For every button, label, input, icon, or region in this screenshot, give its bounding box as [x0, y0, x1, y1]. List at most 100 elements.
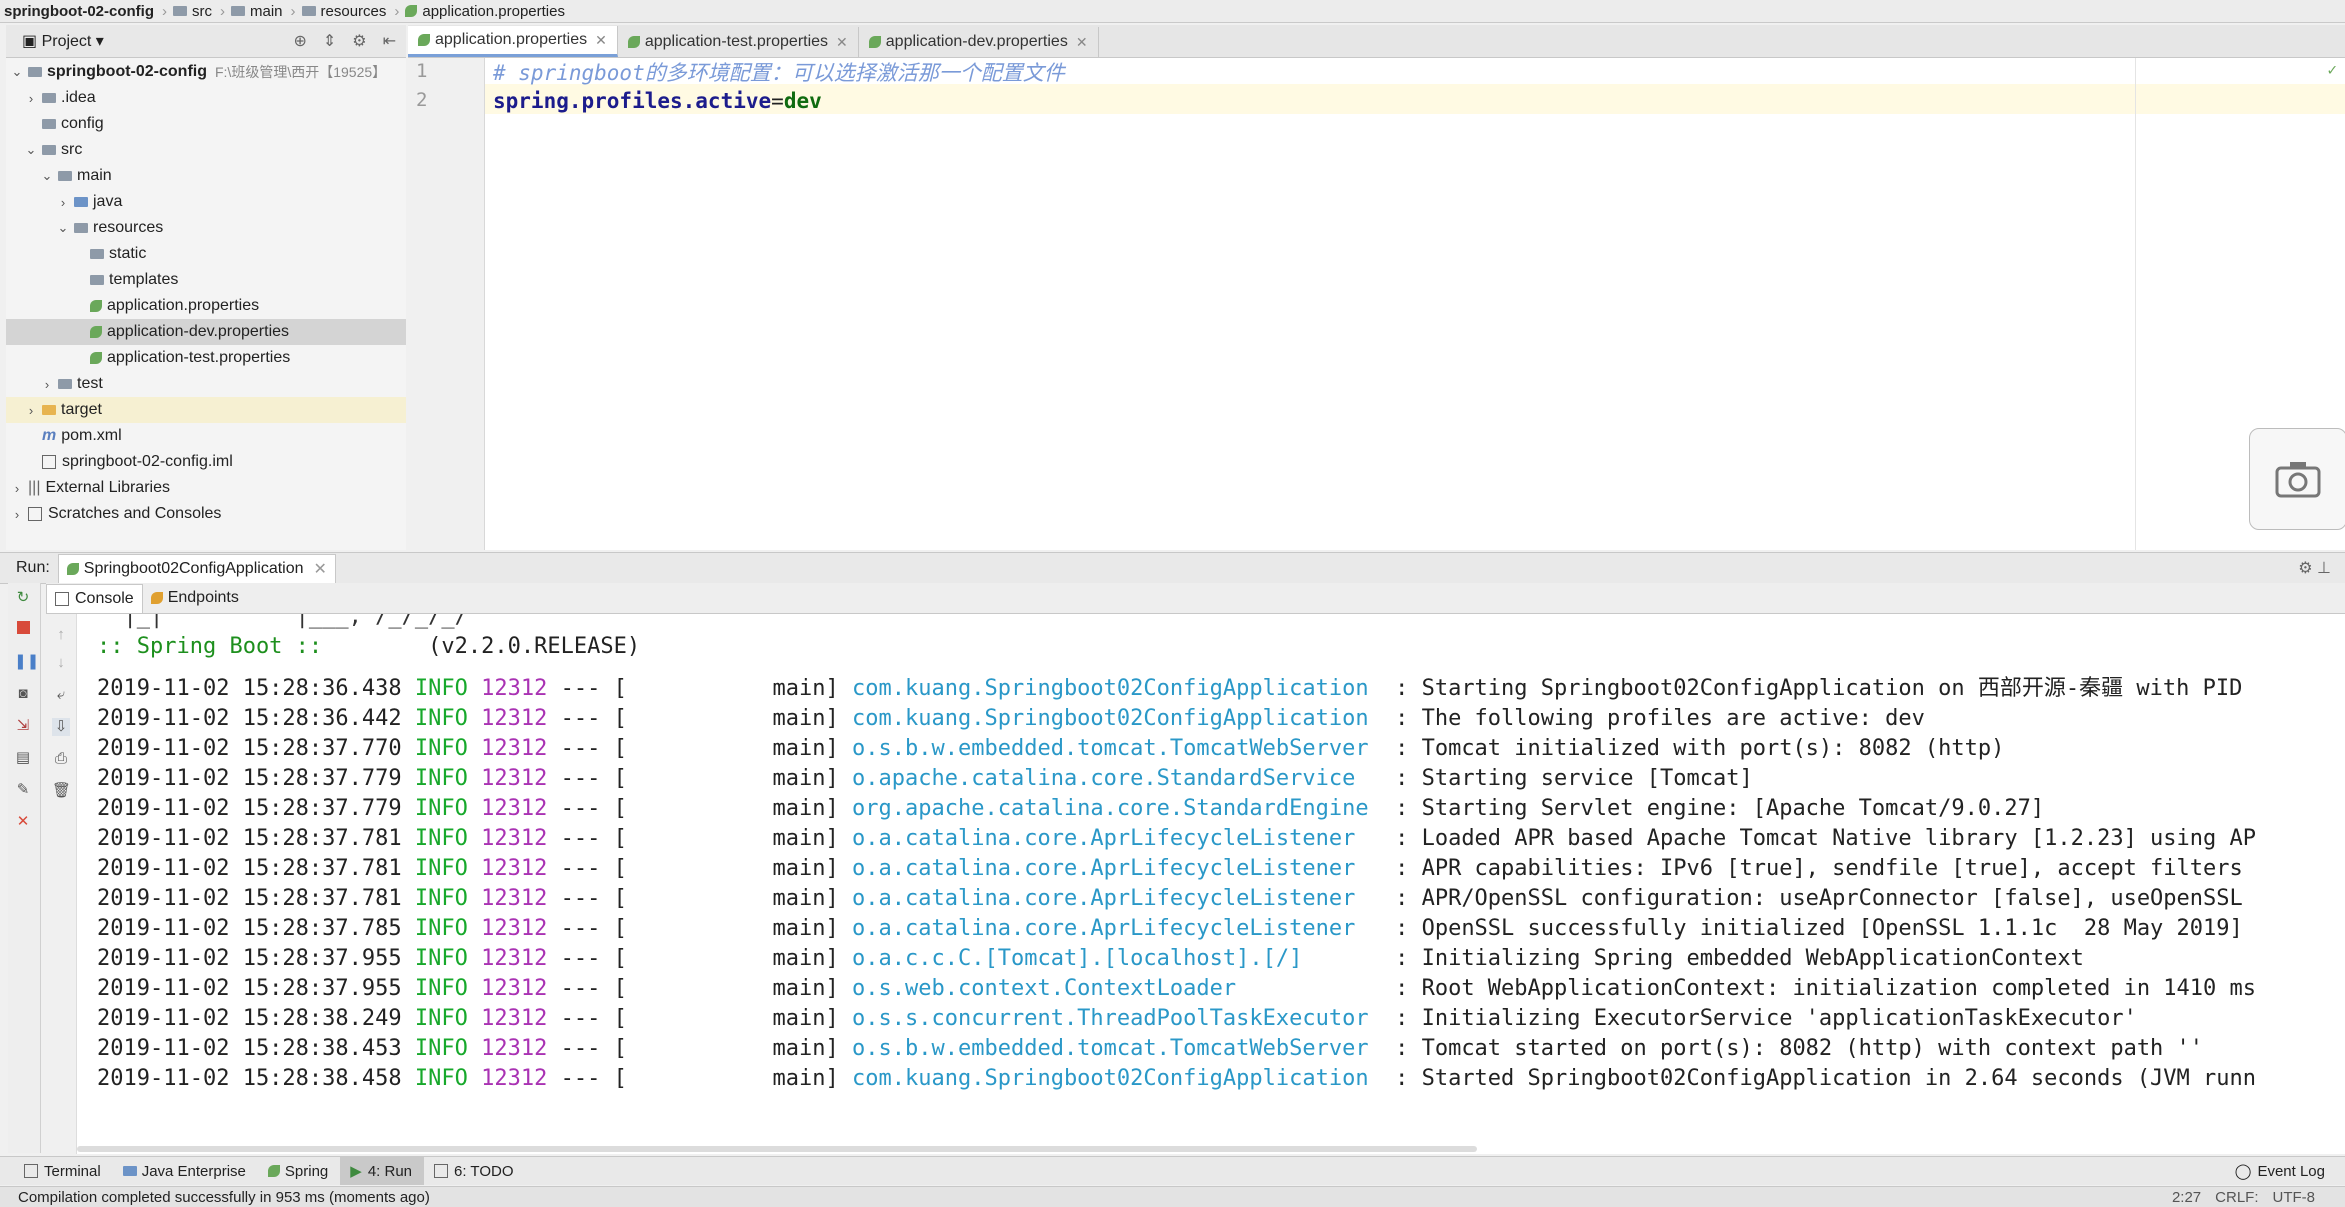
- chevron-down-icon[interactable]: ⌄: [56, 220, 70, 236]
- tree-item-resources[interactable]: ⌄ resources: [6, 215, 406, 241]
- chevron-down-icon[interactable]: ⌄: [24, 142, 38, 158]
- code-line-1[interactable]: # springboot的多环境配置：可以选择激活那一个配置文件: [493, 59, 1065, 87]
- close-icon[interactable]: ✕: [836, 34, 848, 51]
- locate-icon[interactable]: ⊕: [293, 31, 306, 51]
- tree-item-external-libraries[interactable]: › ||| External Libraries: [6, 475, 406, 501]
- log-level: INFO: [414, 796, 468, 821]
- breadcrumb-src[interactable]: src: [169, 0, 218, 22]
- chevron-right-icon[interactable]: ›: [24, 91, 38, 106]
- log-logger: o.a.catalina.core.AprLifecycleListener: [852, 826, 1382, 851]
- console-horizontal-scrollbar[interactable]: [77, 1146, 1477, 1152]
- log-thread: main: [772, 826, 826, 851]
- tab-spring[interactable]: Spring: [258, 1157, 340, 1185]
- dump-threads-icon[interactable]: ◙: [14, 685, 32, 703]
- log-line: 2019-11-02 15:28:37.781 INFO 12312 --- […: [97, 826, 2257, 851]
- tab-console[interactable]: Console: [46, 583, 143, 613]
- tree-item-application-test-properties[interactable]: application-test.properties: [6, 345, 406, 371]
- tree-item-target[interactable]: › target: [6, 397, 406, 423]
- breadcrumb-project[interactable]: springboot-02-config: [0, 0, 160, 22]
- tab-application-dev-properties[interactable]: application-dev.properties ✕: [859, 27, 1099, 57]
- stop-icon[interactable]: [14, 621, 32, 639]
- rerun-icon[interactable]: ↻: [14, 589, 32, 607]
- close-icon[interactable]: ✕: [14, 813, 32, 831]
- tree-item-java[interactable]: › java: [6, 189, 406, 215]
- breadcrumb-resources[interactable]: resources: [298, 0, 393, 22]
- chevron-down-icon[interactable]: ⌄: [40, 168, 54, 184]
- gear-icon[interactable]: ⚙ ⊥: [2298, 558, 2331, 578]
- tab-terminal[interactable]: Terminal: [14, 1157, 113, 1185]
- chevron-right-icon[interactable]: ›: [24, 403, 38, 418]
- chevron-right-icon[interactable]: ›: [10, 507, 24, 522]
- console-output[interactable]: |_| |___, /_/_/_/ :: Spring Boot :: (v2.…: [77, 614, 2345, 1154]
- tree-item-application-properties[interactable]: application.properties: [6, 293, 406, 319]
- source-folder-icon: [74, 197, 88, 207]
- log-thread: main: [772, 856, 826, 881]
- tree-item-static[interactable]: static: [6, 241, 406, 267]
- inspection-ok-icon[interactable]: ✓: [2327, 60, 2337, 79]
- tab-application-properties[interactable]: application.properties ✕: [408, 26, 618, 57]
- print-icon[interactable]: ⎙: [52, 750, 70, 768]
- pause-icon[interactable]: ❚❚: [14, 653, 39, 671]
- hide-panel-icon[interactable]: ⇤: [383, 31, 396, 51]
- chevron-right-icon[interactable]: ›: [10, 481, 24, 496]
- exit-icon[interactable]: ⇲: [14, 717, 32, 735]
- tree-item-pom[interactable]: m pom.xml: [6, 423, 406, 449]
- close-icon[interactable]: ✕: [314, 559, 327, 579]
- tab-endpoints[interactable]: Endpoints: [143, 584, 247, 612]
- trash-icon[interactable]: 🗑: [52, 782, 71, 800]
- project-view-selector[interactable]: ▣ Project ▾: [22, 31, 104, 51]
- tree-item-iml[interactable]: springboot-02-config.iml: [6, 449, 406, 475]
- log-thread: main: [772, 1006, 826, 1031]
- pin-icon[interactable]: ✎: [14, 781, 32, 799]
- log-line: 2019-11-02 15:28:36.442 INFO 12312 --- […: [97, 706, 1925, 731]
- breadcrumb: springboot-02-config › src › main › resourc…: [0, 0, 2345, 23]
- tree-item-scratches[interactable]: › Scratches and Consoles: [6, 501, 406, 527]
- scroll-to-end-icon[interactable]: ⇩: [52, 718, 70, 736]
- tree-item-templates[interactable]: templates: [6, 267, 406, 293]
- event-log-button[interactable]: ◯ Event Log: [2225, 1157, 2337, 1185]
- breadcrumb-main[interactable]: main: [227, 0, 289, 22]
- gear-icon[interactable]: ⚙: [352, 31, 366, 51]
- file-encoding[interactable]: UTF-8: [2273, 1189, 2316, 1206]
- log-logger: o.a.catalina.core.AprLifecycleListener: [852, 856, 1382, 881]
- properties-file-icon: [90, 352, 102, 364]
- code-editor[interactable]: # springboot的多环境配置：可以选择激活那一个配置文件 spring.…: [485, 58, 2345, 550]
- banner-art: |_| |___, /_/_/_/: [97, 614, 468, 629]
- tree-item-test[interactable]: › test: [6, 371, 406, 397]
- collapse-all-icon[interactable]: ⇕: [323, 31, 336, 51]
- arrow-up-icon[interactable]: ↑: [52, 626, 70, 644]
- soft-wrap-icon[interactable]: ⤶: [52, 686, 70, 704]
- arrow-down-icon[interactable]: ↓: [52, 654, 70, 672]
- chevron-right-icon[interactable]: ›: [56, 195, 70, 210]
- screenshot-button[interactable]: [2249, 428, 2345, 530]
- tree-item-config[interactable]: config: [6, 111, 406, 137]
- close-icon[interactable]: ✕: [1076, 34, 1088, 51]
- breadcrumb-file[interactable]: application.properties: [401, 0, 571, 22]
- line-separator[interactable]: CRLF:: [2215, 1189, 2258, 1206]
- run-config-tab[interactable]: Springboot02ConfigApplication ✕: [57, 553, 336, 583]
- properties-file-icon: [418, 34, 430, 46]
- tree-item-idea[interactable]: › .idea: [6, 85, 406, 111]
- tree-item-application-dev-properties[interactable]: application-dev.properties: [6, 319, 406, 345]
- tree-item-root[interactable]: ⌄ springboot-02-config F:\班级管理\西开【19525】: [6, 59, 406, 85]
- close-icon[interactable]: ✕: [595, 32, 607, 49]
- log-pid: 12312: [481, 1066, 548, 1091]
- log-logger: o.apache.catalina.core.StandardService: [852, 766, 1382, 791]
- editor-gutter: 1 2: [408, 58, 485, 550]
- log-timestamp: 2019-11-02 15:28:38.453: [97, 1036, 402, 1061]
- tab-todo[interactable]: 6: TODO: [424, 1157, 525, 1185]
- layout-icon[interactable]: ▤: [14, 749, 32, 767]
- chevron-down-icon[interactable]: ⌄: [10, 64, 24, 80]
- folder-icon: [90, 275, 104, 285]
- log-logger: o.s.s.concurrent.ThreadPoolTaskExecutor: [852, 1006, 1382, 1031]
- tree-item-src[interactable]: ⌄ src: [6, 137, 406, 163]
- tab-run[interactable]: ▶ 4: Run: [340, 1157, 425, 1185]
- code-line-2[interactable]: spring.profiles.active=dev: [493, 87, 822, 115]
- cursor-position[interactable]: 2:27: [2172, 1189, 2201, 1206]
- tree-item-main[interactable]: ⌄ main: [6, 163, 406, 189]
- tab-application-test-properties[interactable]: application-test.properties ✕: [618, 27, 859, 57]
- run-label: Run:: [16, 559, 50, 576]
- run-toolbar: ↻ ❚❚ ◙ ⇲ ▤ ✎ ✕: [8, 583, 41, 1153]
- chevron-right-icon[interactable]: ›: [40, 377, 54, 392]
- tab-java-enterprise[interactable]: Java Enterprise: [113, 1157, 258, 1185]
